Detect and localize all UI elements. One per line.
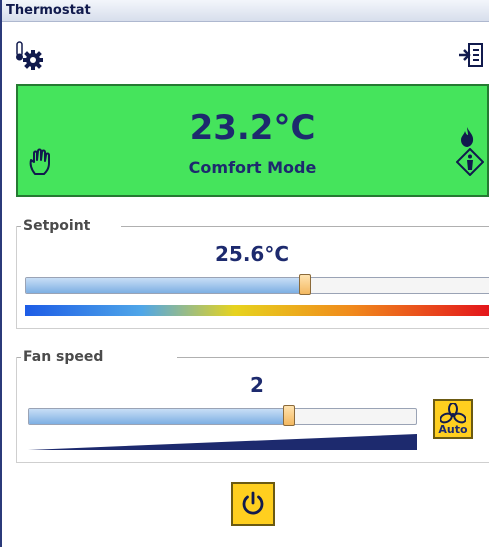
setpoint-value: 25.6°C <box>214 242 290 266</box>
fan-speed-slider-fill <box>29 409 290 424</box>
mode-label: Comfort Mode <box>188 158 317 177</box>
power-button[interactable] <box>231 482 275 526</box>
current-temperature: 23.2°C <box>189 108 316 148</box>
list-arrow-icon[interactable] <box>458 42 484 68</box>
power-icon <box>242 491 264 515</box>
thermometer-gear-icon[interactable] <box>14 40 50 72</box>
setpoint-slider-thumb[interactable] <box>298 274 311 295</box>
setpoint-title: Setpoint <box>23 218 91 234</box>
group-border <box>17 226 21 227</box>
fan-speed-slider[interactable] <box>28 408 417 425</box>
hand-icon[interactable] <box>28 148 54 180</box>
fan-speed-group: Fan speed 2 Auto <box>16 349 489 463</box>
setpoint-slider[interactable] <box>25 277 489 294</box>
fan-speed-title: Fan speed <box>23 349 104 365</box>
group-border <box>177 357 489 358</box>
fan-auto-label: Auto <box>438 423 468 436</box>
setpoint-slider-fill <box>26 278 306 293</box>
group-border <box>121 226 489 227</box>
window-title: Thermostat <box>2 0 489 22</box>
status-panel: 23.2°C Comfort Mode <box>16 84 489 197</box>
info-diamond-icon[interactable] <box>455 147 485 180</box>
fan-auto-button[interactable]: Auto <box>433 399 473 439</box>
thermostat-window: Thermostat 23.2°C Comfort Mode Setpoint … <box>0 0 489 547</box>
fan-speed-value: 2 <box>250 373 264 397</box>
fan-speed-slider-thumb[interactable] <box>282 405 295 426</box>
temperature-gradient-bar <box>25 305 489 316</box>
setpoint-group: Setpoint 25.6°C <box>16 218 489 329</box>
group-border <box>17 357 21 358</box>
fan-speed-wedge <box>28 434 417 450</box>
